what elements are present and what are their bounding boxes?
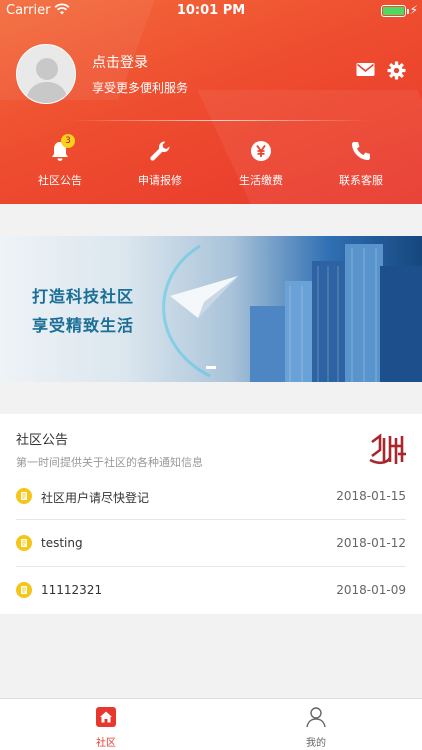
banner-subheadline: 享受精致生活: [32, 316, 135, 335]
notice-date: 2018-01-12: [336, 536, 406, 550]
list-item[interactable]: 社区用户请尽快登记 2018-01-15: [16, 474, 406, 520]
battery-icon: [381, 5, 406, 17]
tab-bar: 社区 我的: [0, 698, 422, 750]
quick-action-announcements[interactable]: 3 社区公告: [20, 134, 100, 188]
login-subtitle: 享受更多便利服务: [92, 81, 189, 95]
document-icon: [16, 535, 32, 555]
quick-action-label: 生活缴费: [239, 174, 283, 187]
community-logo-icon: [368, 432, 408, 472]
person-icon: [305, 707, 327, 732]
banner-illustration: [162, 244, 422, 382]
carousel-indicator[interactable]: [206, 366, 216, 369]
home-icon: [95, 707, 117, 732]
header-divider: [70, 120, 370, 121]
notice-date: 2018-01-15: [336, 489, 406, 503]
quick-action-repair[interactable]: 申请报修: [120, 140, 200, 188]
tab-mine[interactable]: 我的: [286, 706, 346, 749]
notice-date: 2018-01-09: [336, 583, 406, 597]
document-icon: [16, 488, 32, 508]
tab-community[interactable]: 社区: [76, 706, 136, 749]
document-icon: [16, 582, 32, 602]
gear-icon[interactable]: [387, 61, 406, 84]
quick-action-label: 申请报修: [138, 174, 182, 187]
notice-title: testing: [41, 536, 83, 550]
quick-action-label: 联系客服: [339, 174, 383, 187]
promo-banner[interactable]: 打造科技社区 享受精致生活: [0, 236, 422, 382]
list-item[interactable]: testing 2018-01-12: [16, 521, 406, 567]
quick-action-payments[interactable]: 生活缴费: [221, 140, 301, 188]
announcements-card: 社区公告 第一时间提供关于社区的各种通知信息 社区用户请尽快登记 2018-01…: [0, 414, 422, 614]
quick-action-label: 社区公告: [38, 174, 82, 187]
banner-headline: 打造科技社区: [32, 287, 135, 306]
status-bar: Carrier 10:01 PM ⚡: [0, 0, 422, 22]
avatar[interactable]: [16, 44, 76, 104]
tab-label: 社区: [96, 738, 116, 749]
phone-icon: [350, 142, 372, 166]
tab-label: 我的: [306, 738, 326, 749]
notification-badge: 3: [61, 134, 75, 148]
notice-title: 11112321: [41, 583, 103, 597]
mail-icon[interactable]: [356, 62, 375, 81]
section-title: 社区公告: [16, 433, 69, 448]
person-silhouette-icon: [25, 58, 69, 103]
wrench-icon: [149, 141, 171, 166]
profile-header: Carrier 10:01 PM ⚡ 点击登录 享受更多便利服务 3 社区公告 …: [0, 0, 422, 204]
notice-title: 社区用户请尽快登记: [41, 491, 150, 505]
quick-action-support[interactable]: 联系客服: [321, 140, 401, 188]
section-subtitle: 第一时间提供关于社区的各种通知信息: [16, 456, 203, 469]
charging-icon: ⚡: [409, 3, 418, 17]
list-item[interactable]: 11112321 2018-01-09: [16, 568, 406, 614]
bell-icon: 3: [49, 134, 75, 166]
clock-label: 10:01 PM: [176, 3, 246, 18]
yen-icon: [250, 141, 272, 166]
login-link[interactable]: 点击登录: [92, 52, 148, 72]
